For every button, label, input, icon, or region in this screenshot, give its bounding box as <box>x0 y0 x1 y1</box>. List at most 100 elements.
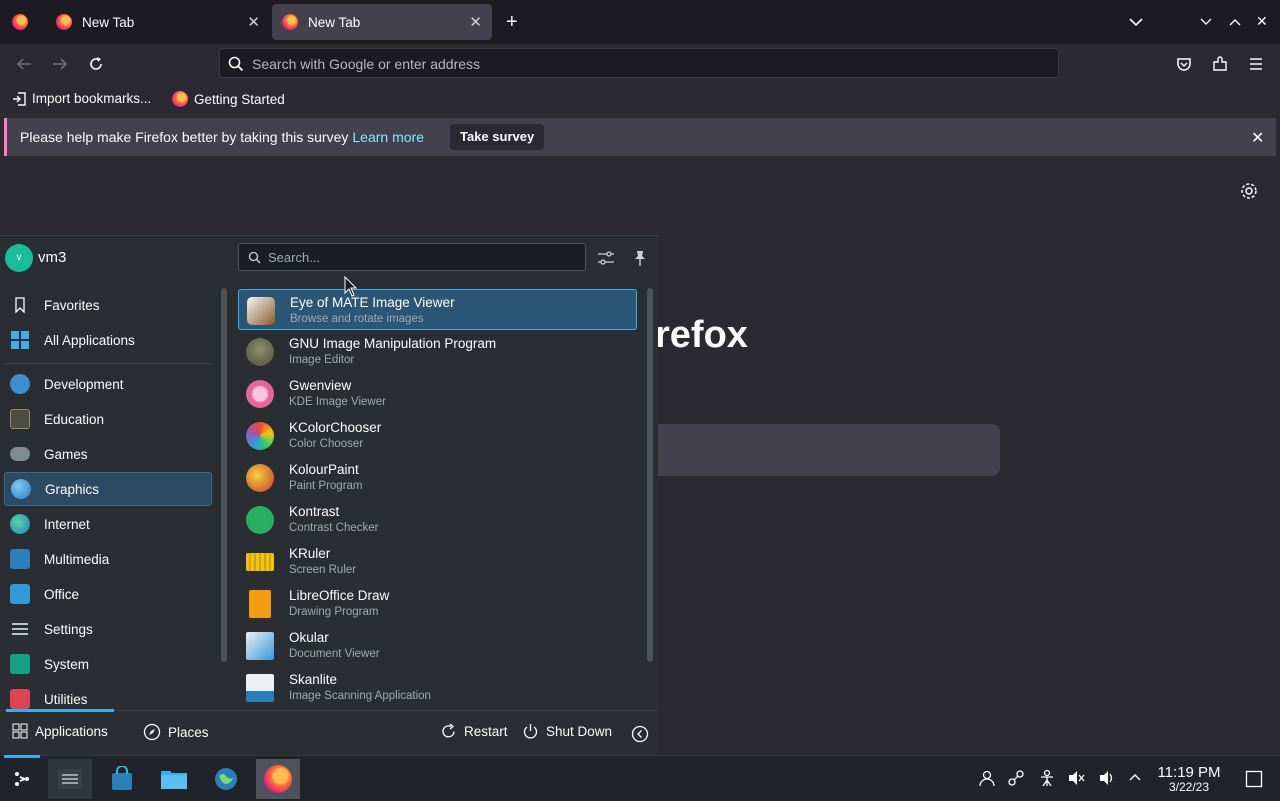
app-okular[interactable]: Okular Document Viewer <box>238 625 637 666</box>
category-all-applications[interactable]: All Applications <box>4 323 212 357</box>
draw-icon <box>249 590 271 618</box>
shutdown-button[interactable]: Shut Down <box>522 723 612 740</box>
clock-date: 3/22/23 <box>1168 780 1210 794</box>
minimize-icon[interactable] <box>1199 15 1213 29</box>
import-bookmarks-link[interactable]: Import bookmarks... <box>12 91 151 106</box>
url-bar[interactable]: Search with Google or enter address <box>219 48 1059 78</box>
pocket-icon[interactable] <box>1175 55 1193 73</box>
network-icon[interactable] <box>1007 769 1025 787</box>
application-scrollbar[interactable] <box>647 288 653 662</box>
close-notification-icon[interactable]: ✕ <box>1251 128 1264 148</box>
firefox-icon <box>172 91 188 107</box>
system-settings-task[interactable] <box>48 759 92 799</box>
app-gimp[interactable]: GNU Image Manipulation Program Image Edi… <box>238 331 637 372</box>
search-icon <box>228 56 244 72</box>
applications-grid-icon <box>12 723 28 739</box>
tab-places[interactable]: Places <box>143 723 209 741</box>
pin-icon[interactable] <box>632 249 648 267</box>
close-tab-icon[interactable]: ✕ <box>469 13 482 31</box>
app-kolourpaint[interactable]: KolourPaint Paint Program <box>238 457 637 498</box>
gimp-icon <box>246 338 274 366</box>
browser-globe-task[interactable] <box>204 759 248 799</box>
clock[interactable]: 11:19 PM 3/22/23 <box>1150 764 1228 794</box>
menu-icon[interactable] <box>1248 56 1264 72</box>
configure-icon[interactable] <box>597 249 615 267</box>
category-favorites[interactable]: Favorites <box>4 288 212 322</box>
firefox-wordmark: refox <box>655 314 748 356</box>
compass-icon <box>143 723 161 741</box>
page-search-box[interactable] <box>620 424 1000 476</box>
firefox-icon <box>282 14 298 30</box>
launcher-footer: Applications Places Restart Shut Down <box>0 709 658 757</box>
launcher-search-input[interactable]: Search... <box>238 243 586 271</box>
category-multimedia[interactable]: Multimedia <box>4 542 212 576</box>
tab-applications[interactable]: Applications <box>12 723 108 739</box>
grid-icon <box>10 330 30 350</box>
import-icon <box>13 91 26 106</box>
category-internet[interactable]: Internet <box>4 507 212 541</box>
volume-icon[interactable] <box>1098 769 1116 787</box>
learn-more-link[interactable]: Learn more <box>352 129 424 145</box>
search-icon <box>248 251 261 264</box>
forward-icon[interactable] <box>51 56 69 72</box>
muted-volume-icon[interactable] <box>1067 769 1085 787</box>
tab-1[interactable]: New Tab ✕ <box>44 4 270 40</box>
tab-strip: New Tab ✕ New Tab ✕ + ✕ <box>0 0 1280 44</box>
discover-task[interactable] <box>100 759 144 799</box>
store-icon <box>112 766 132 790</box>
category-list: Favorites All Applications Development E… <box>0 286 216 710</box>
app-eye-of-mate[interactable]: Eye of MATE Image Viewer Browse and rota… <box>238 289 637 330</box>
category-education[interactable]: Education <box>4 402 212 436</box>
reload-icon[interactable] <box>87 55 105 73</box>
category-system[interactable]: System <box>4 647 212 681</box>
globe-icon <box>215 768 237 790</box>
user-header[interactable]: v vm3 <box>0 236 230 280</box>
settings-gear-icon[interactable] <box>1240 182 1258 200</box>
category-settings[interactable]: Settings <box>4 612 212 646</box>
extensions-icon[interactable] <box>1211 55 1229 73</box>
tray-expand-icon[interactable] <box>1127 769 1143 785</box>
close-window-icon[interactable]: ✕ <box>1256 13 1268 30</box>
user-icon[interactable] <box>978 769 996 787</box>
show-desktop-icon[interactable] <box>1245 770 1263 788</box>
settings-app-icon <box>58 769 82 789</box>
firefox-task[interactable] <box>256 759 300 799</box>
tab-label: New Tab <box>82 14 135 30</box>
app-kcolorchooser[interactable]: KColorChooser Color Chooser <box>238 415 637 456</box>
getting-started-link[interactable]: Getting Started <box>172 91 285 107</box>
take-survey-button[interactable]: Take survey <box>450 124 545 150</box>
system-icon <box>10 654 30 674</box>
app-libreoffice-draw[interactable]: LibreOffice Draw Drawing Program <box>238 583 637 624</box>
category-graphics[interactable]: Graphics <box>4 472 212 506</box>
firefox-view-icon[interactable] <box>12 14 28 33</box>
category-utilities[interactable]: Utilities <box>4 682 212 710</box>
contrast-icon <box>246 506 274 534</box>
category-games[interactable]: Games <box>4 437 212 471</box>
new-tab-icon[interactable]: + <box>506 12 518 32</box>
folder-icon <box>161 771 187 789</box>
app-kruler[interactable]: KRuler Screen Ruler <box>238 541 637 582</box>
active-tab-indicator <box>6 709 114 712</box>
bookmark-label: Import bookmarks... <box>32 91 152 106</box>
file-manager-task[interactable] <box>152 759 196 799</box>
restart-button[interactable]: Restart <box>440 723 508 740</box>
category-development[interactable]: Development <box>4 367 212 401</box>
accessibility-icon[interactable] <box>1038 769 1056 787</box>
tab-2[interactable]: New Tab ✕ <box>272 4 492 40</box>
category-scrollbar[interactable] <box>221 288 227 662</box>
close-tab-icon[interactable]: ✕ <box>247 13 260 31</box>
category-office[interactable]: Office <box>4 577 212 611</box>
gamepad-icon <box>10 447 30 461</box>
taskbar: 11:19 PM 3/22/23 <box>0 755 1280 801</box>
app-gwenview[interactable]: Gwenview KDE Image Viewer <box>238 373 637 414</box>
leave-menu-icon[interactable] <box>631 725 649 743</box>
list-tabs-icon[interactable] <box>1128 14 1144 30</box>
kickoff-launcher-button[interactable] <box>0 755 44 799</box>
app-kontrast[interactable]: Kontrast Contrast Checker <box>238 499 637 540</box>
app-skanlite[interactable]: Skanlite Image Scanning Application <box>238 667 637 708</box>
ruler-icon <box>246 553 274 571</box>
mouse-cursor-icon <box>344 276 358 298</box>
user-name: vm3 <box>38 249 67 266</box>
back-icon[interactable] <box>15 56 33 72</box>
maximize-icon[interactable] <box>1228 15 1242 29</box>
